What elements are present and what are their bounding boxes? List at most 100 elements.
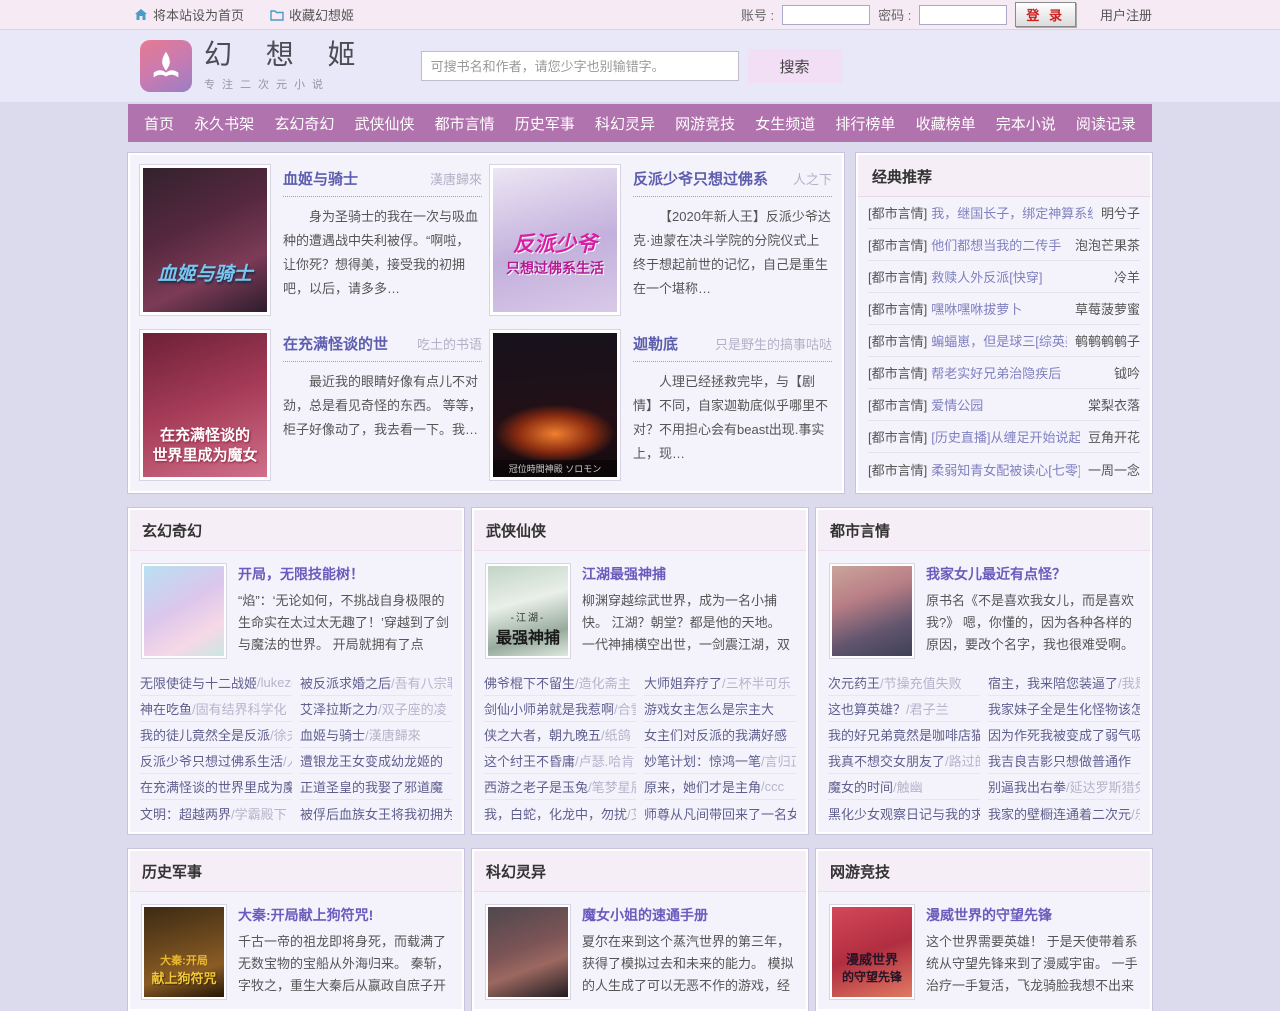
set-homepage-label: 将本站设为首页 — [153, 5, 244, 24]
book-list-item: 我家妹子全是生化怪物该怎 — [988, 696, 1140, 722]
category-label: [都市言情] — [868, 460, 927, 479]
book-title-link[interactable]: 我，白蛇，化龙中，勿扰 — [484, 804, 627, 823]
book-title-link[interactable]: 救赎人外反派[快穿] — [931, 267, 1042, 286]
book-title-link[interactable]: 反派少爷只想过佛系 — [633, 168, 768, 189]
book-title-link[interactable]: 大秦:开局献上狗符咒! — [238, 905, 450, 925]
nav-item[interactable]: 女生频道 — [755, 113, 815, 134]
set-homepage-link[interactable]: 将本站设为首页 — [134, 5, 244, 24]
book-title-link[interactable]: 我家妹子全是生化怪物该怎 — [988, 699, 1140, 718]
book-title-link[interactable]: 剑仙小师弟就是我惹啊 — [484, 699, 614, 718]
book-author: /合雪 — [614, 699, 636, 718]
book-title-link[interactable]: 我吉良吉影只想做普通作 — [988, 751, 1131, 770]
book-title-link[interactable]: 我家女儿最近有点怪？ — [926, 564, 1138, 584]
book-cover[interactable]: 冠位時間神殿 ソロモン — [490, 330, 620, 480]
book-author: /延达罗斯猎兔 — [1066, 777, 1140, 796]
book-title-link[interactable]: 这个纣王不昏庸 — [484, 751, 575, 770]
book-title-link[interactable]: 血姬与骑士 — [283, 168, 358, 189]
book-title-link[interactable]: [历史直播]从缠足开始说起 — [931, 427, 1080, 446]
account-input[interactable] — [782, 5, 870, 25]
book-cover[interactable]: 大秦:开局 献上狗符咒 — [142, 905, 226, 999]
book-title-link[interactable]: 别逼我出右拳 — [988, 777, 1066, 796]
book-title-link[interactable]: 正道圣皇的我娶了邪道魔 — [300, 777, 443, 796]
book-list-item: 侠之大者，朝九晚五 /纸鸽 — [484, 722, 636, 748]
nav-item[interactable]: 科幻灵异 — [595, 113, 655, 134]
nav-item[interactable]: 首页 — [144, 113, 174, 134]
book-list-item: 我的好兄弟竟然是咖啡店猫 — [828, 722, 980, 748]
book-list-item: 女主们对反派的我满好感 — [644, 722, 796, 748]
book-cover[interactable]: 血姬与骑士 — [140, 165, 270, 315]
book-title-link[interactable]: 这也算英雄？ — [828, 699, 906, 718]
section-kehuan: 科幻灵异 魔女小姐的速通手册 夏尔在来到这个蒸汽世界的第三年，获得了模拟过去和未… — [472, 849, 808, 1011]
book-title-link[interactable]: 帮老实好兄弟治隐疾后 — [931, 363, 1061, 382]
nav-item[interactable]: 武侠仙侠 — [354, 113, 414, 134]
nav-item[interactable]: 玄幻奇幻 — [274, 113, 334, 134]
book-cover[interactable] — [830, 564, 914, 658]
book-title-link[interactable]: 被俘后血族女王将我初拥为 — [300, 804, 452, 823]
book-title-link[interactable]: 西游之老子是玉兔 — [484, 777, 588, 796]
book-title-link[interactable]: 无限使徒与十二战姬 — [140, 673, 257, 692]
site-logo[interactable]: 幻 想 姬 专注二次元小说 — [140, 40, 369, 92]
folder-icon — [270, 8, 284, 22]
cover-title-text: 献上狗符咒 — [151, 968, 216, 987]
book-title-link[interactable]: 爱情公园 — [931, 395, 983, 414]
book-title-link[interactable]: 文明：超越两界 — [140, 804, 231, 823]
book-title-link[interactable]: 宿主，我来陪您装逼了 — [988, 673, 1118, 692]
book-title-link[interactable]: 被反派求婚之后 — [300, 673, 391, 692]
nav-item[interactable]: 网游竞技 — [675, 113, 735, 134]
nav-item[interactable]: 阅读记录 — [1076, 113, 1136, 134]
book-title-link[interactable]: 妙笔计划：惊鸿一笔 — [644, 751, 761, 770]
book-title-link[interactable]: 游戏女主怎么是宗主大 — [644, 699, 774, 718]
book-title-link[interactable]: 血姬与骑士 — [300, 725, 365, 744]
book-author: 草莓菠萝蜜 — [1067, 299, 1140, 318]
bookmark-site-link[interactable]: 收藏幻想姬 — [270, 5, 354, 24]
book-cover[interactable] — [486, 905, 570, 999]
book-title-link[interactable]: 魔女小姐的速通手册 — [582, 905, 794, 925]
search-input[interactable] — [421, 51, 739, 81]
nav-item[interactable]: 都市言情 — [435, 113, 495, 134]
book-author: 鹌鹌鹌鹌子 — [1067, 331, 1140, 350]
book-title-link[interactable]: 次元药王 — [828, 673, 880, 692]
book-title-link[interactable]: 他们都想当我的二传手 — [931, 235, 1061, 254]
book-title-link[interactable]: 嘿咻嘿咻拔萝卜 — [931, 299, 1022, 318]
book-title-link[interactable]: 在充满怪谈的世 — [283, 333, 388, 354]
book-title-link[interactable]: 大师姐弃疗了 — [644, 673, 722, 692]
book-title-link[interactable]: 我真不想交女朋友了 — [828, 751, 945, 770]
book-cover[interactable]: -江湖- 最强神捕 — [486, 564, 570, 658]
book-cover[interactable]: 漫威世界 的守望先锋 — [830, 905, 914, 999]
book-title-link[interactable]: 反派少爷只想过佛系生活 — [140, 751, 283, 770]
book-title-link[interactable]: 魔女的时间 — [828, 777, 893, 796]
book-title-link[interactable]: 遭银龙王女变成幼龙姬的 — [300, 751, 443, 770]
book-title-link[interactable]: 黑化少女观察日记与我的求 — [828, 804, 980, 823]
book-title-link[interactable]: 在充满怪谈的世界里成为魔 — [140, 777, 292, 796]
search-button[interactable]: 搜索 — [748, 49, 842, 83]
book-title-link[interactable]: 师尊从凡间带回来了一名女 — [644, 804, 796, 823]
book-title-link[interactable]: 迦勒底 — [633, 333, 678, 354]
book-title-link[interactable]: 原来，她们才是主角 — [644, 777, 761, 796]
book-title-link[interactable]: 蝙蝠崽，但是球三[综英美] — [931, 331, 1067, 350]
book-title-link[interactable]: 因为作死我被变成了弱气吸 — [988, 725, 1140, 744]
book-title-link[interactable]: 漫威世界的守望先锋 — [926, 905, 1138, 925]
book-title-link[interactable]: 柔弱知青女配被读心[七零] — [931, 460, 1080, 479]
book-title-link[interactable]: 侠之大者，朝九晚五 — [484, 725, 601, 744]
book-title-link[interactable]: 艾泽拉斯之力 — [300, 699, 378, 718]
book-cover[interactable] — [142, 564, 226, 658]
book-title-link[interactable]: 神在吃鱼 — [140, 699, 192, 718]
password-input[interactable] — [919, 5, 1007, 25]
book-title-link[interactable]: 我的好兄弟竟然是咖啡店猫 — [828, 725, 980, 744]
nav-item[interactable]: 完本小说 — [996, 113, 1056, 134]
book-title-link[interactable]: 我，继国长子，绑定神算系统 — [931, 203, 1093, 222]
nav-item[interactable]: 永久书架 — [194, 113, 254, 134]
nav-item[interactable]: 排行榜单 — [835, 113, 895, 134]
book-title-link[interactable]: 江湖最强神捕 — [582, 564, 794, 584]
book-title-link[interactable]: 开局，无限技能树！ — [238, 564, 450, 584]
book-title-link[interactable]: 我家的壁橱连通着二次元 — [988, 804, 1131, 823]
book-cover[interactable]: 在充满怪谈的 世界里成为魔女 — [140, 330, 270, 480]
book-cover[interactable]: 反派少爷 只想过佛系生活 — [490, 165, 620, 315]
book-title-link[interactable]: 我的徒儿竟然全是反派 — [140, 725, 270, 744]
login-button[interactable]: 登 录 — [1015, 2, 1076, 27]
register-link[interactable]: 用户注册 — [1100, 5, 1152, 24]
nav-item[interactable]: 历史军事 — [515, 113, 575, 134]
book-title-link[interactable]: 佛爷棍下不留生 — [484, 673, 575, 692]
nav-item[interactable]: 收藏榜单 — [916, 113, 976, 134]
book-title-link[interactable]: 女主们对反派的我满好感 — [644, 725, 787, 744]
